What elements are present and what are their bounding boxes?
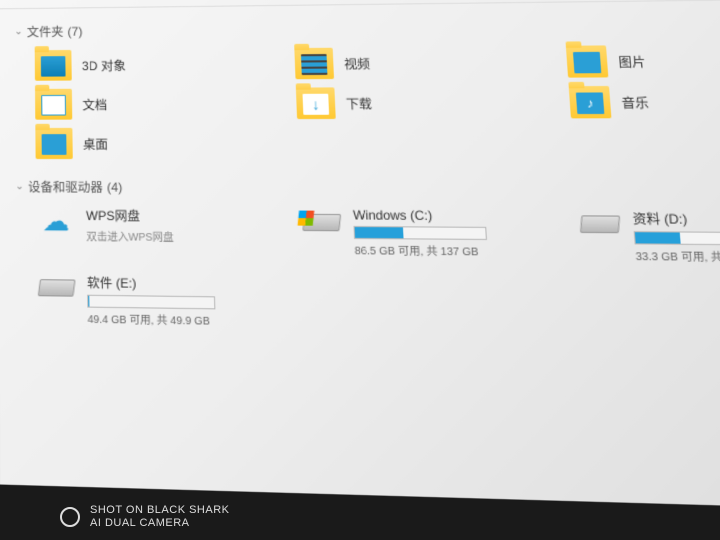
folder-pictures[interactable]: 图片: [566, 44, 720, 78]
folder-label: 下载: [345, 94, 372, 112]
folders-grid: 3D 对象 视频 图片 文档 下载: [14, 44, 720, 160]
folder-videos[interactable]: 视频: [294, 46, 523, 79]
folder-icon: [35, 89, 72, 120]
folder-icon: [35, 50, 72, 81]
main-pane: ⌄ 文件夹 (7) 3D 对象 视频 图片: [0, 0, 720, 510]
folder-icon: [296, 87, 336, 119]
drives-count: (4): [107, 180, 123, 195]
watermark-line2: AI DUAL CAMERA: [90, 517, 230, 530]
folder-label: 音乐: [621, 93, 650, 111]
hdd-icon: [577, 209, 623, 240]
drive-label: Windows (C:): [353, 208, 533, 224]
folder-label: 桌面: [83, 135, 108, 153]
folder-3d-objects[interactable]: 3D 对象: [35, 48, 253, 80]
drive-free: 49.4 GB 可用, 共 49.9 GB: [87, 310, 261, 329]
hdd-icon: [301, 207, 344, 237]
cloud-icon: ☁: [36, 206, 76, 236]
drive-label: 软件 (E:): [87, 273, 260, 293]
drives-section-header[interactable]: ⌄ 设备和驱动器 (4): [15, 178, 720, 199]
watermark-circle-icon: [60, 507, 80, 527]
folder-icon: [566, 45, 609, 77]
folder-icon: [569, 86, 612, 118]
folder-desktop[interactable]: 桌面: [35, 128, 255, 160]
drive-wps[interactable]: ☁ WPS网盘 双击进入WPS网盘: [36, 206, 259, 260]
drive-free: 86.5 GB 可用, 共 137 GB: [354, 241, 535, 259]
folder-documents[interactable]: 文档: [35, 88, 254, 120]
drive-d[interactable]: 资料 (D:) 33.3 GB 可用, 共 49.9 GB: [577, 209, 720, 266]
folder-icon: [294, 48, 334, 80]
folder-label: 视频: [344, 54, 371, 72]
chevron-down-icon: ⌄: [14, 26, 23, 37]
folder-label: 3D 对象: [82, 56, 126, 74]
drives-title: 设备和驱动器: [28, 178, 103, 196]
capacity-bar: [87, 295, 215, 310]
folder-downloads[interactable]: 下载: [296, 86, 526, 119]
capacity-bar: [353, 226, 487, 240]
drive-e[interactable]: 软件 (E:) 49.4 GB 可用, 共 49.9 GB: [37, 273, 262, 329]
watermark-line1: SHOT ON BLACK SHARK: [90, 504, 230, 517]
drive-label: 资料 (D:): [632, 209, 720, 229]
camera-watermark: SHOT ON BLACK SHARK AI DUAL CAMERA: [60, 504, 230, 530]
drive-sub: 双击进入WPS网盘: [86, 227, 258, 244]
folder-music[interactable]: 音乐: [569, 85, 720, 118]
drive-free: 33.3 GB 可用, 共 49.9 GB: [635, 247, 720, 266]
hdd-icon: [37, 273, 77, 303]
drives-grid: ☁ WPS网盘 双击进入WPS网盘 Windows (C:) 86.5 GB 可…: [15, 206, 720, 337]
capacity-bar: [634, 231, 720, 245]
folder-icon: [35, 128, 72, 159]
folders-count: (7): [67, 24, 82, 38]
folders-title: 文件夹: [27, 23, 64, 41]
drive-c[interactable]: Windows (C:) 86.5 GB 可用, 共 137 GB: [301, 207, 536, 262]
folders-section-header[interactable]: ⌄ 文件夹 (7): [14, 15, 720, 41]
drive-label: WPS网盘: [86, 206, 258, 225]
folder-label: 文档: [82, 95, 107, 113]
chevron-down-icon: ⌄: [15, 181, 24, 193]
folder-label: 图片: [618, 52, 646, 70]
